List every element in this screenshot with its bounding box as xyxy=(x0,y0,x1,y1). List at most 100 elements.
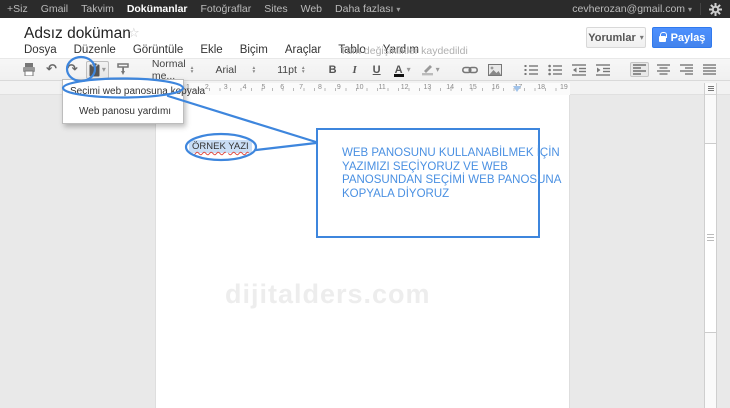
scroll-grip-icon xyxy=(708,86,714,91)
italic-button[interactable]: I xyxy=(347,63,363,77)
insert-link-button[interactable] xyxy=(460,64,480,76)
google-bar-links: +Siz Gmail Takvim Dokümanlar Fotoğraflar… xyxy=(0,0,400,19)
ruler-number: 8 xyxy=(318,84,322,92)
account-email-menu[interactable]: cevherozan@gmail.com ▾ xyxy=(572,3,692,15)
numbered-list-button[interactable] xyxy=(522,63,540,77)
menu-item-web-clipboard-help[interactable]: Web panosu yardımı xyxy=(63,102,183,120)
gbar-link-documents[interactable]: Dokümanlar xyxy=(127,0,188,18)
ruler-number: 7 xyxy=(299,84,303,92)
gbar-link-calendar[interactable]: Takvim xyxy=(81,0,114,18)
menu-item-copy-selection-to-web-clipboard[interactable]: Seçimi web panosuna kopyala xyxy=(63,82,183,100)
increase-indent-button[interactable] xyxy=(594,63,612,77)
google-top-bar: +Siz Gmail Takvim Dokümanlar Fotoğraflar… xyxy=(0,0,730,18)
indent-icon xyxy=(596,64,610,76)
ruler-number: 4 xyxy=(243,84,247,92)
callout-line: WEB PANOSUNU KULLANABİLMEK İÇİN xyxy=(342,147,538,161)
numbered-list-icon xyxy=(524,64,538,76)
justify-icon xyxy=(703,64,716,75)
link-icon xyxy=(462,65,478,75)
bulleted-list-button[interactable] xyxy=(546,63,564,77)
right-indent-marker[interactable] xyxy=(513,86,521,92)
gbar-link-plus[interactable]: +Siz xyxy=(7,0,28,18)
web-clipboard-menu: Seçimi web panosuna kopyala Web panosu y… xyxy=(62,79,184,124)
ruler-number: 10 xyxy=(356,84,364,92)
comments-button[interactable]: Yorumlar▾ xyxy=(586,27,646,48)
scrollbar-thumb[interactable] xyxy=(705,143,716,333)
decrease-indent-button[interactable] xyxy=(570,63,588,77)
share-button[interactable]: Paylaş xyxy=(652,27,712,48)
divider xyxy=(700,3,701,15)
bulleted-list-icon xyxy=(548,64,562,76)
align-center-button[interactable] xyxy=(655,63,672,76)
align-right-button[interactable] xyxy=(678,63,695,76)
redo-button[interactable]: ↷ xyxy=(65,62,80,78)
paint-format-icon xyxy=(117,63,130,76)
justify-button[interactable] xyxy=(701,63,718,76)
ruler-number: 6 xyxy=(280,84,284,92)
lock-icon xyxy=(659,36,666,42)
vertical-scrollbar[interactable] xyxy=(704,83,717,408)
gbar-link-more[interactable]: Daha fazlası ▾ xyxy=(335,0,400,19)
web-clipboard-button[interactable]: ▾ xyxy=(86,61,109,79)
star-icon[interactable]: ☆ xyxy=(128,26,140,41)
menu-view[interactable]: Görüntüle xyxy=(133,44,184,56)
menu-insert[interactable]: Ekle xyxy=(200,44,222,56)
highlight-color-button[interactable]: ▾ xyxy=(419,62,442,77)
gbar-link-sites[interactable]: Sites xyxy=(264,0,287,18)
image-icon xyxy=(488,64,502,76)
google-bar-account: cevherozan@gmail.com ▾ xyxy=(572,3,730,16)
selected-text[interactable]: ÖRNEK YAZI xyxy=(189,140,252,153)
highlighter-icon xyxy=(421,63,434,76)
ruler-number: 12 xyxy=(401,84,409,92)
ruler-number: 5 xyxy=(261,84,265,92)
ruler-number: 15 xyxy=(469,84,477,92)
align-left-icon xyxy=(633,64,646,75)
ruler-number: 3 xyxy=(224,84,228,92)
callout-line: YAZIMIZI SEÇİYORUZ VE WEB xyxy=(342,161,538,175)
watermark: dijitalders.com xyxy=(225,279,431,310)
bold-button[interactable]: B xyxy=(325,63,341,77)
ruler-numbers: 12345678910111213141516171819 xyxy=(186,84,568,92)
gear-icon[interactable] xyxy=(709,3,722,16)
printer-icon xyxy=(22,63,36,76)
ruler-number: 13 xyxy=(423,84,431,92)
font-size-selector[interactable]: 11pt▴▾ xyxy=(275,63,306,77)
undo-button[interactable]: ↶ xyxy=(44,62,59,78)
callout-line: KOPYALA DİYORUZ xyxy=(342,188,538,202)
document-title[interactable]: Adsız doküman xyxy=(24,25,131,43)
google-docs-window: +Siz Gmail Takvim Dokümanlar Fotoğraflar… xyxy=(0,0,730,408)
print-button[interactable] xyxy=(20,62,38,77)
ruler-number: 18 xyxy=(537,84,545,92)
align-center-icon xyxy=(657,64,670,75)
text-color-button[interactable]: A▾ xyxy=(391,63,413,77)
menu-edit[interactable]: Düzenle xyxy=(74,44,116,56)
thumb-grip-icon xyxy=(707,234,714,241)
save-status: Tüm değişiklikler kaydedildi xyxy=(340,45,468,57)
ruler[interactable]: 1 12345678910111213141516171819 xyxy=(155,83,570,95)
font-selector[interactable]: Arial▴▾ xyxy=(213,63,257,77)
chevron-down-icon: ▾ xyxy=(102,65,106,74)
chevron-down-icon: ▾ xyxy=(436,65,440,74)
menu-format[interactable]: Biçim xyxy=(240,44,268,56)
ruler-number: 9 xyxy=(337,84,341,92)
outdent-icon xyxy=(572,64,586,76)
scrollbar-top-button[interactable] xyxy=(705,83,716,95)
chevron-down-icon: ▾ xyxy=(407,65,411,74)
annotation-callout-box: WEB PANOSUNU KULLANABİLMEK İÇİN YAZIMIZI… xyxy=(316,128,540,238)
ruler-number: 16 xyxy=(492,84,500,92)
ruler-number: 14 xyxy=(446,84,454,92)
chevron-down-icon: ▾ xyxy=(640,33,644,42)
insert-image-button[interactable] xyxy=(486,63,504,77)
paint-format-button[interactable] xyxy=(115,62,132,77)
formatting-toolbar: ↶ ↷ ▾ Normal me...▴▾ Arial▴▾ 11pt▴▾ B I … xyxy=(0,58,730,81)
menu-file[interactable]: Dosya xyxy=(24,44,57,56)
color-swatch xyxy=(394,74,404,77)
underline-button[interactable]: U xyxy=(369,63,385,77)
ruler-number: 2 xyxy=(205,84,209,92)
menu-tools[interactable]: Araçlar xyxy=(285,44,321,56)
gbar-link-gmail[interactable]: Gmail xyxy=(41,0,68,18)
chevron-down-icon: ▾ xyxy=(396,5,400,14)
gbar-link-photos[interactable]: Fotoğraflar xyxy=(201,0,252,18)
gbar-link-web[interactable]: Web xyxy=(301,0,322,18)
align-left-button[interactable] xyxy=(630,62,649,77)
